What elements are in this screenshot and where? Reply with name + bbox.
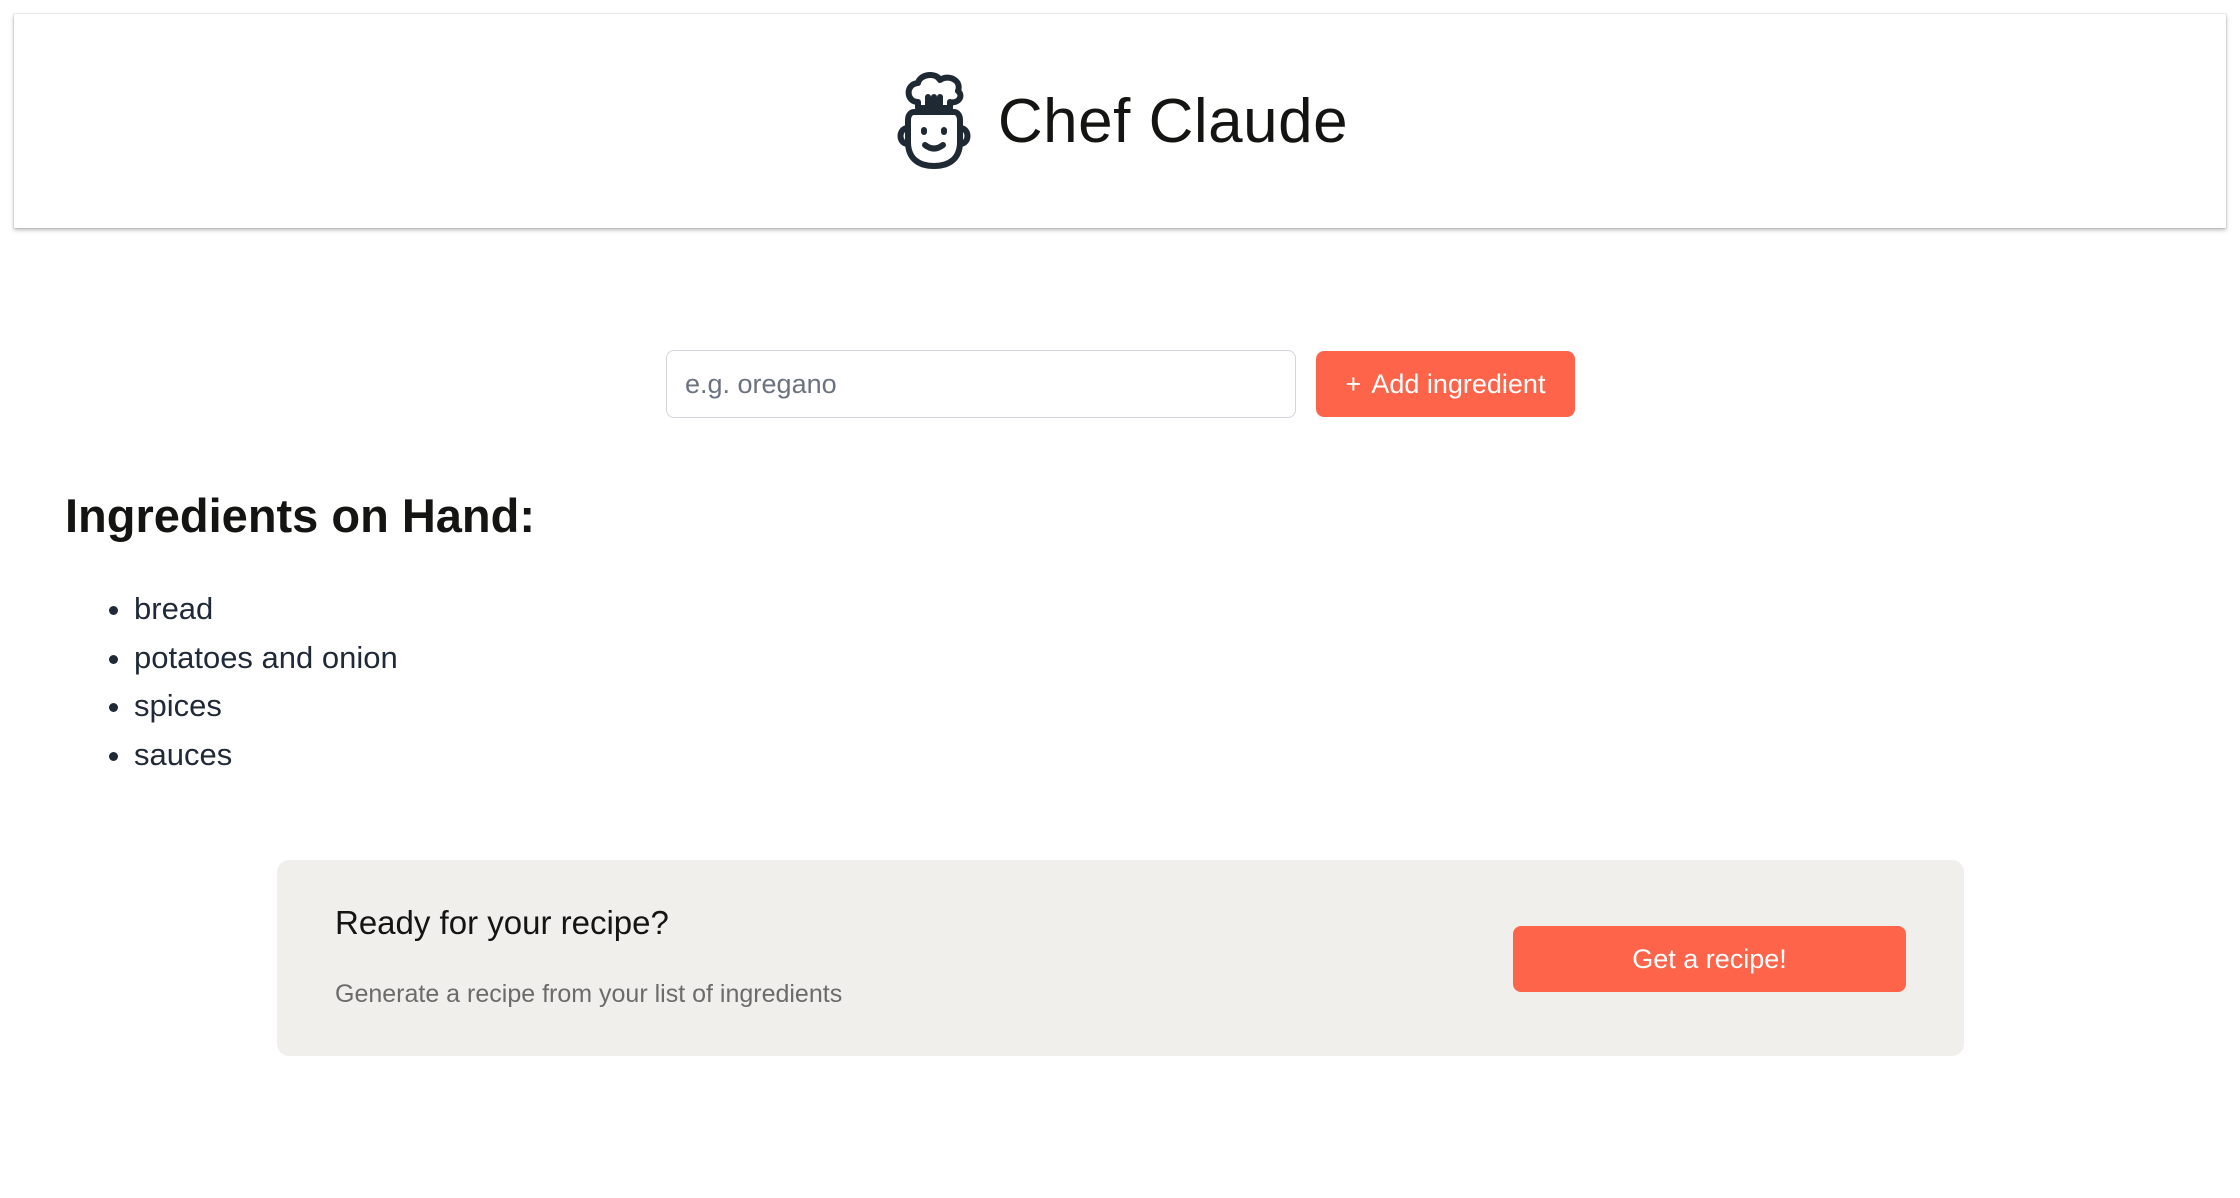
app-title: Chef Claude <box>997 86 1349 156</box>
add-ingredient-form: + Add ingredient <box>666 350 1575 418</box>
ingredients-heading: Ingredients on Hand: <box>65 489 535 542</box>
add-ingredient-button[interactable]: + Add ingredient <box>1316 351 1575 417</box>
list-item: spices <box>134 682 398 731</box>
list-item: bread <box>134 585 398 634</box>
cta-title: Ready for your recipe? <box>335 904 669 941</box>
ingredient-list: bread potatoes and onion spices sauces <box>64 585 398 779</box>
list-item: sauces <box>134 731 398 780</box>
list-item: potatoes and onion <box>134 634 398 683</box>
get-recipe-button[interactable]: Get a recipe! <box>1513 926 1906 992</box>
app-header: Chef Claude <box>14 14 2226 228</box>
get-recipe-panel: Ready for your recipe? Generate a recipe… <box>277 860 1964 1056</box>
chef-face-icon <box>892 72 976 170</box>
ingredient-input[interactable] <box>666 350 1296 418</box>
plus-icon: + <box>1345 368 1362 399</box>
add-ingredient-label: Add ingredient <box>1371 368 1546 399</box>
cta-subtitle: Generate a recipe from your list of ingr… <box>335 980 843 1008</box>
